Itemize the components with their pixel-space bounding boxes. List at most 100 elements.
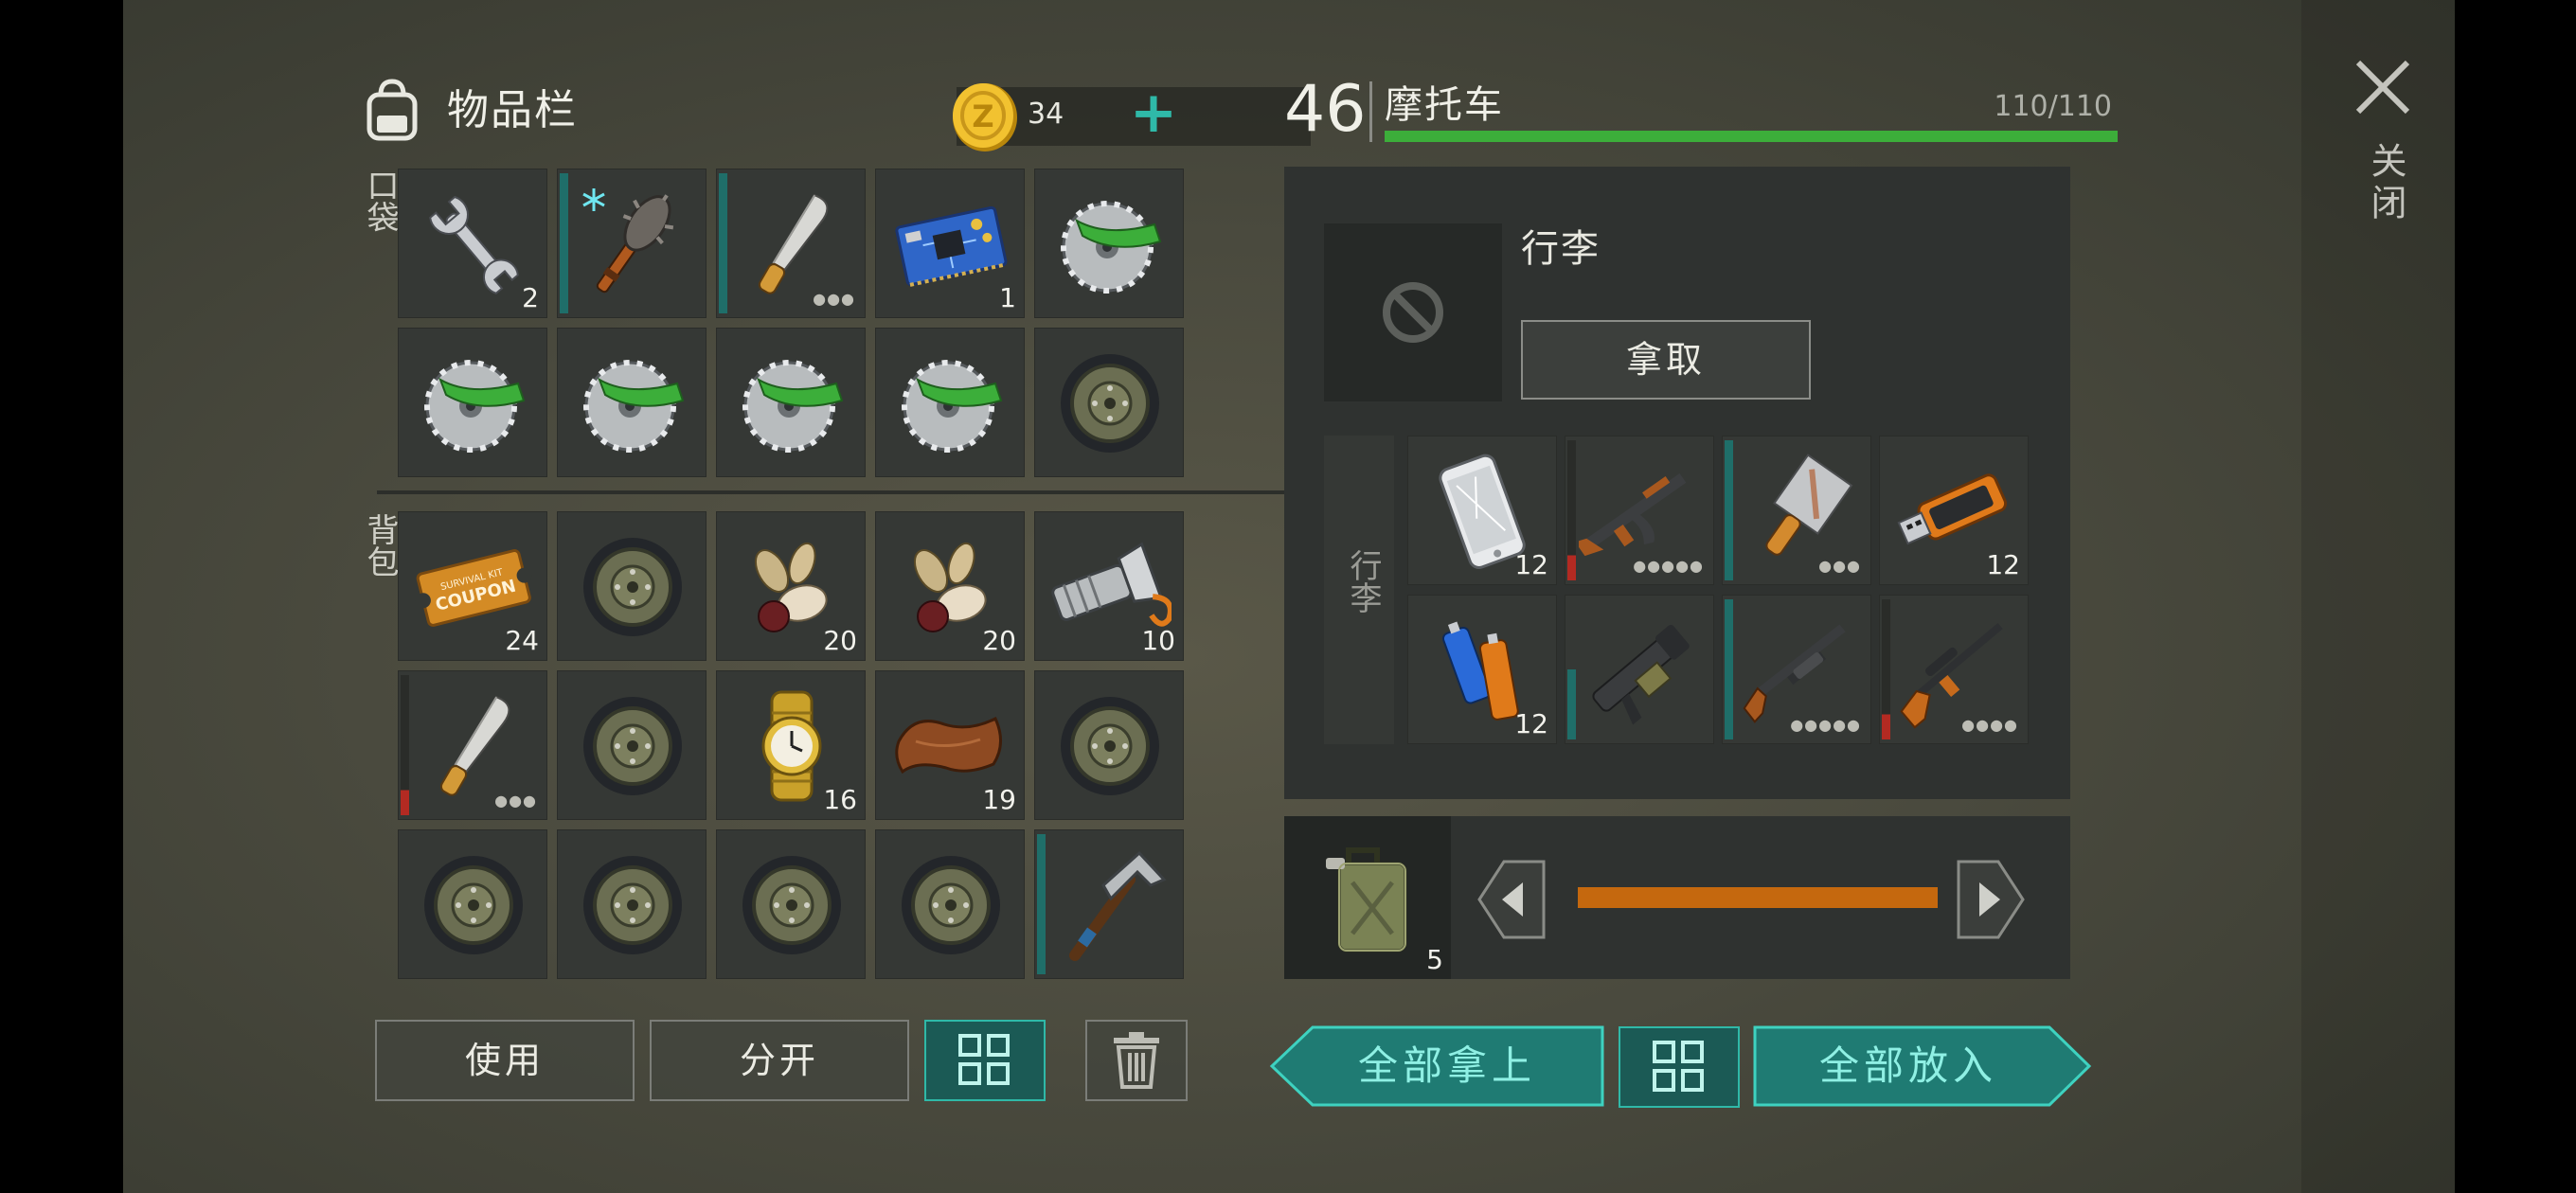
pocket-slot[interactable]: 1 bbox=[875, 169, 1025, 318]
bag-slot[interactable] bbox=[716, 829, 866, 979]
fuel-slot[interactable]: 5 bbox=[1284, 816, 1451, 979]
backpack-icon bbox=[367, 79, 418, 141]
durability-bar bbox=[1567, 440, 1576, 580]
wheel-icon bbox=[583, 697, 682, 795]
capacity-count: 46 bbox=[1284, 72, 1367, 147]
bag-slot[interactable]: 10 bbox=[1034, 511, 1184, 661]
bag-slot[interactable]: 19 bbox=[875, 670, 1025, 820]
bag-slot[interactable] bbox=[1034, 829, 1184, 979]
vehicle-name: 摩托车 bbox=[1385, 83, 1504, 127]
item-qty: 12 bbox=[1514, 708, 1548, 739]
bag-slot[interactable] bbox=[557, 829, 707, 979]
pocket-slot[interactable]: 2 bbox=[398, 169, 547, 318]
sniper-rifle-icon bbox=[1900, 623, 2003, 729]
take-all-label: 全部拿上 bbox=[1357, 1042, 1536, 1089]
empty-slot[interactable] bbox=[1324, 223, 1502, 401]
circuit-board-icon bbox=[895, 205, 1008, 287]
bag-slot[interactable]: ●●● bbox=[398, 670, 547, 820]
durability-bar bbox=[560, 173, 568, 313]
quality-dots: ●●● bbox=[494, 792, 537, 810]
add-coins-button[interactable]: + bbox=[1125, 84, 1182, 142]
bag-slot[interactable] bbox=[1034, 670, 1184, 820]
close-label[interactable]: 关闭 bbox=[2360, 142, 2412, 225]
split-button[interactable]: 分开 bbox=[650, 1020, 909, 1101]
put-all-button[interactable]: 全部放入 bbox=[1752, 1024, 2212, 1108]
item-qty: 10 bbox=[1141, 625, 1175, 656]
close-icon[interactable] bbox=[2349, 53, 2417, 121]
durability-bar bbox=[1567, 669, 1576, 739]
put-all-label: 全部放入 bbox=[1818, 1042, 1997, 1089]
sort-cargo-button[interactable] bbox=[1619, 1026, 1740, 1108]
bag-slot[interactable] bbox=[398, 829, 547, 979]
pocket-label: 口袋 bbox=[361, 169, 399, 233]
fuel-increase-arrow[interactable] bbox=[1955, 858, 2027, 941]
saw-blade-icon bbox=[424, 360, 526, 453]
bag-slot[interactable]: SURVIVAL KIT COUPON 24 bbox=[398, 511, 547, 661]
item-qty: 2 bbox=[522, 282, 539, 313]
vehicle-hp-text: 110/110 bbox=[1994, 90, 2112, 123]
wheel-icon bbox=[424, 856, 523, 954]
bag-slot[interactable] bbox=[875, 829, 1025, 979]
use-button[interactable]: 使用 bbox=[375, 1020, 635, 1101]
cargo-side-label: 行李 bbox=[1344, 549, 1382, 614]
cargo-slot[interactable]: ●●●● bbox=[1879, 595, 2029, 744]
quality-dots: ●●● bbox=[813, 290, 855, 308]
quality-dots: ●●●● bbox=[1961, 716, 2018, 734]
pocket-slot[interactable] bbox=[557, 169, 707, 318]
trash-button[interactable] bbox=[1085, 1020, 1188, 1101]
cargo-slot[interactable]: 12 bbox=[1407, 595, 1557, 744]
cargo-slot[interactable]: ●●●●● bbox=[1722, 595, 1871, 744]
cargo-slot[interactable]: ●●● bbox=[1722, 436, 1871, 585]
pocket-slot[interactable] bbox=[1034, 169, 1184, 318]
pocket-slot[interactable] bbox=[716, 328, 866, 477]
cargo-slot[interactable]: 12 bbox=[1407, 436, 1557, 585]
pocket-slot[interactable] bbox=[557, 328, 707, 477]
item-qty: 12 bbox=[1986, 549, 2020, 580]
bag-slot[interactable]: 20 bbox=[875, 511, 1025, 661]
saw-blade-icon bbox=[583, 360, 685, 453]
prohibited-icon bbox=[1383, 282, 1443, 343]
wheel-icon bbox=[583, 856, 682, 954]
pickaxe-icon bbox=[1069, 850, 1167, 961]
quality-dots: ●●● bbox=[1818, 557, 1861, 575]
grenade-launcher-icon bbox=[1592, 624, 1690, 725]
wheel-icon bbox=[583, 538, 682, 636]
pocket-slot[interactable] bbox=[398, 328, 547, 477]
cargo-slot[interactable]: ●●●●● bbox=[1565, 436, 1714, 585]
svg-text:Z: Z bbox=[972, 98, 993, 134]
item-qty: 20 bbox=[982, 625, 1016, 656]
durability-bar bbox=[401, 675, 409, 815]
section-divider bbox=[377, 490, 1311, 494]
item-qty: 20 bbox=[823, 625, 857, 656]
durability-bar bbox=[1882, 599, 1890, 739]
wheel-icon bbox=[902, 856, 1000, 954]
pocket-slot[interactable] bbox=[875, 328, 1025, 477]
pocket-slot[interactable] bbox=[1034, 328, 1184, 477]
take-button[interactable]: 拿取 bbox=[1521, 320, 1811, 400]
wrench-icon bbox=[429, 195, 519, 294]
jerrycan-icon bbox=[1326, 847, 1407, 953]
assault-rifle-icon bbox=[1579, 472, 1687, 557]
trash-icon bbox=[1114, 1032, 1159, 1089]
durability-bar bbox=[1725, 440, 1733, 580]
item-qty: 12 bbox=[1514, 549, 1548, 580]
hp-bar-fill bbox=[1385, 131, 2118, 142]
cargo-title: 行李 bbox=[1521, 227, 1601, 271]
game-screen: 物品栏 Z 34 + 口袋 背包 2 ●●● 1 SURVIVAL KIT COUPO… bbox=[123, 0, 2455, 1193]
shotgun-icon bbox=[1743, 624, 1846, 723]
sort-inventory-button[interactable] bbox=[924, 1020, 1046, 1101]
fuel-decrease-arrow[interactable] bbox=[1476, 858, 1547, 941]
wheel-icon bbox=[1061, 354, 1159, 453]
bag-slot[interactable]: 20 bbox=[716, 511, 866, 661]
bag-slot[interactable]: 16 bbox=[716, 670, 866, 820]
pocket-slot[interactable]: ●●● bbox=[716, 169, 866, 318]
bag-slot[interactable] bbox=[557, 670, 707, 820]
inventory-title: 物品栏 bbox=[447, 86, 578, 134]
cleaver-icon bbox=[1765, 454, 1853, 556]
zombie-coin-icon: Z bbox=[953, 83, 1017, 151]
machete-icon bbox=[439, 695, 510, 796]
cargo-slot[interactable] bbox=[1565, 595, 1714, 744]
cargo-slot[interactable]: 12 bbox=[1879, 436, 2029, 585]
bag-slot[interactable] bbox=[557, 511, 707, 661]
durability-bar bbox=[1725, 599, 1733, 739]
